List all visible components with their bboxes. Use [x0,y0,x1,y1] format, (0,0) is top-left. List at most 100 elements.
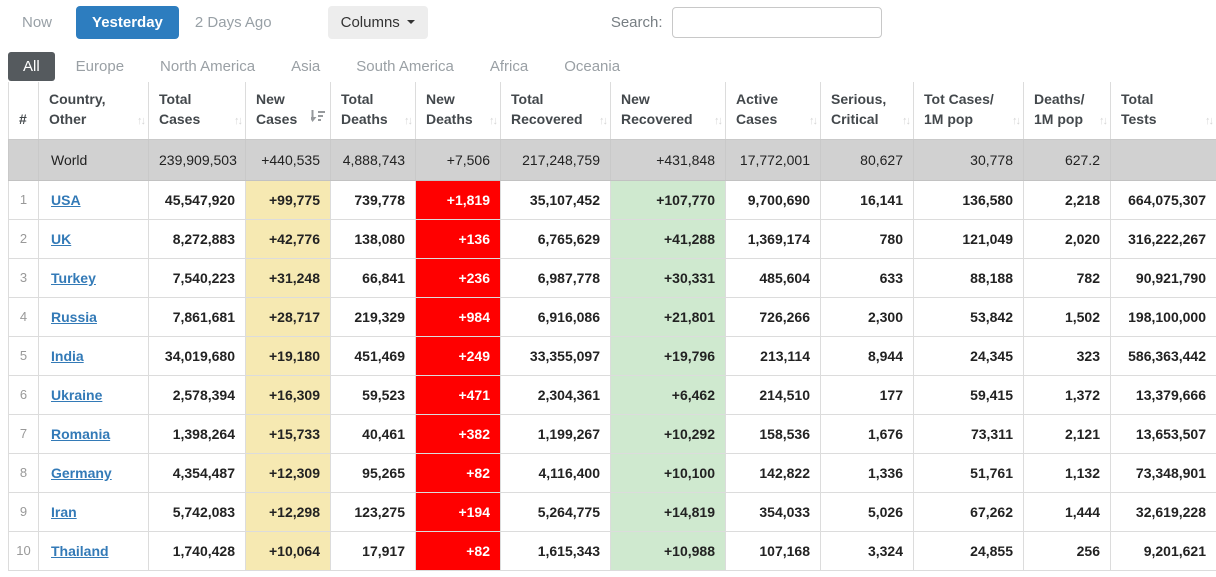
table-row: 4 Russia 7,861,681 +28,717 219,329 +984 6,916,… [8,297,1216,337]
cell-serious-critical: 1,336 [820,453,914,493]
cell-cases-per-1m: 67,262 [913,492,1024,532]
tab-oceania[interactable]: Oceania [549,52,635,81]
tab-south-america[interactable]: South America [341,52,469,81]
column-header-country[interactable]: Country, Other ↑↓ [38,82,149,140]
sort-icon: ↑↓ [902,114,911,127]
column-header-total-deaths[interactable]: Total Deaths ↑↓ [330,82,416,140]
cell-deaths-per-1m: 2,121 [1023,414,1111,454]
sort-icon: ↑↓ [234,114,243,127]
column-label-line2: Recovered [511,111,583,128]
cell-total-deaths: 451,469 [330,336,416,376]
cell-deaths-per-1m: 2,020 [1023,219,1111,259]
country-link[interactable]: Germany [51,465,112,481]
tab-africa[interactable]: Africa [475,52,543,81]
cell-total-cases: 1,740,428 [148,531,246,571]
column-header-serious-critical[interactable]: Serious, Critical ↑↓ [820,82,914,140]
cell-total-tests: 586,363,442 [1110,336,1216,376]
cell-new-recovered: +14,819 [610,492,726,532]
cell-new-cases: +42,776 [245,219,331,259]
search-input[interactable] [671,6,882,38]
caret-down-icon [406,20,415,24]
country-link[interactable]: Thailand [51,543,109,559]
country-link[interactable]: Russia [51,309,97,325]
table-body: World 239,909,503 +440,535 4,888,743 +7,506 2… [8,139,1216,571]
cell-serious-critical: 5,026 [820,492,914,532]
cell-active-cases: 142,822 [725,453,821,493]
cell-serious-critical: 80,627 [820,139,914,181]
two-days-ago-button[interactable]: 2 Days Ago [195,14,272,31]
column-header-new-recovered[interactable]: New Recovered ↑↓ [610,82,726,140]
cell-new-cases: +12,309 [245,453,331,493]
cell-total-recovered: 5,264,775 [500,492,611,532]
cell-total-recovered: 1,615,343 [500,531,611,571]
cell-new-recovered: +6,462 [610,375,726,415]
column-header-new-deaths[interactable]: New Deaths ↑↓ [415,82,501,140]
cell-new-deaths: +249 [415,336,501,376]
tab-europe[interactable]: Europe [61,52,139,81]
column-header-active-cases[interactable]: Active Cases ↑↓ [725,82,821,140]
columns-dropdown-button[interactable]: Columns [327,5,428,39]
cell-serious-critical: 177 [820,375,914,415]
covid-stats-table-wrap: # Country, Other ↑↓ Total Cases ↑↓ New Cases Tota… [8,82,1216,571]
column-label-line1: Deaths/ [1034,91,1085,107]
sort-icon: ↑↓ [1205,114,1214,127]
cell-country: UK [38,219,149,259]
country-link[interactable]: India [51,348,84,364]
column-label-line1: Total [511,91,544,107]
cell-total-deaths: 4,888,743 [330,139,416,181]
column-header-deaths-per-1m[interactable]: Deaths/1M pop ↑↓ [1023,82,1111,140]
cell-total-cases: 4,354,487 [148,453,246,493]
cell-cases-per-1m: 24,855 [913,531,1024,571]
cell-total-tests: 198,100,000 [1110,297,1216,337]
cell-total-tests: 13,653,507 [1110,414,1216,454]
country-link[interactable]: UK [51,231,71,247]
sort-icon: ↑↓ [714,114,723,127]
column-header-total-tests[interactable]: Total Tests ↑↓ [1110,82,1216,140]
column-label-line2: Other [49,111,87,128]
cell-rank: 1 [8,180,39,220]
cell-serious-critical: 8,944 [820,336,914,376]
cell-new-cases: +31,248 [245,258,331,298]
column-header-rank: # [8,82,39,140]
column-header-new-cases[interactable]: New Cases [245,82,331,140]
tab-all[interactable]: All [8,52,55,81]
columns-dropdown-label: Columns [340,13,400,31]
column-label-line1: Country, [49,91,106,107]
cell-rank: 6 [8,375,39,415]
cell-total-tests: 32,619,228 [1110,492,1216,532]
sort-icon: ↑↓ [809,114,818,127]
search-label: Search: [610,13,663,31]
cell-new-recovered: +41,288 [610,219,726,259]
country-link[interactable]: Romania [51,426,110,442]
sort-icon: ↑↓ [1099,114,1108,127]
search-section: Search: [610,6,882,38]
cell-deaths-per-1m: 323 [1023,336,1111,376]
column-header-cases-per-1m[interactable]: Tot Cases/1M pop ↑↓ [913,82,1024,140]
cell-country: USA [38,180,149,220]
country-link[interactable]: USA [51,192,81,208]
cell-new-deaths: +82 [415,531,501,571]
cell-active-cases: 9,700,690 [725,180,821,220]
cell-deaths-per-1m: 2,218 [1023,180,1111,220]
tab-asia[interactable]: Asia [276,52,335,81]
cell-rank: 4 [8,297,39,337]
cell-cases-per-1m: 53,842 [913,297,1024,337]
column-header-total-cases[interactable]: Total Cases ↑↓ [148,82,246,140]
cell-cases-per-1m: 121,049 [913,219,1024,259]
country-link[interactable]: Iran [51,504,77,520]
cell-cases-per-1m: 30,778 [913,139,1024,181]
yesterday-button[interactable]: Yesterday [76,5,179,39]
cell-total-cases: 8,272,883 [148,219,246,259]
cell-total-deaths: 66,841 [330,258,416,298]
column-header-total-recovered[interactable]: Total Recovered ↑↓ [500,82,611,140]
table-row: 5 India 34,019,680 +19,180 451,469 +249 33,355… [8,336,1216,376]
country-link[interactable]: Turkey [51,270,96,286]
country-link[interactable]: Ukraine [51,387,102,403]
cell-total-cases: 45,547,920 [148,180,246,220]
cell-total-tests: 90,921,790 [1110,258,1216,298]
cell-country: Ukraine [38,375,149,415]
column-label-line2: Cases [736,111,778,128]
now-button[interactable]: Now [22,14,52,31]
tab-north-america[interactable]: North America [145,52,270,81]
sort-icon: ↑↓ [489,114,498,127]
